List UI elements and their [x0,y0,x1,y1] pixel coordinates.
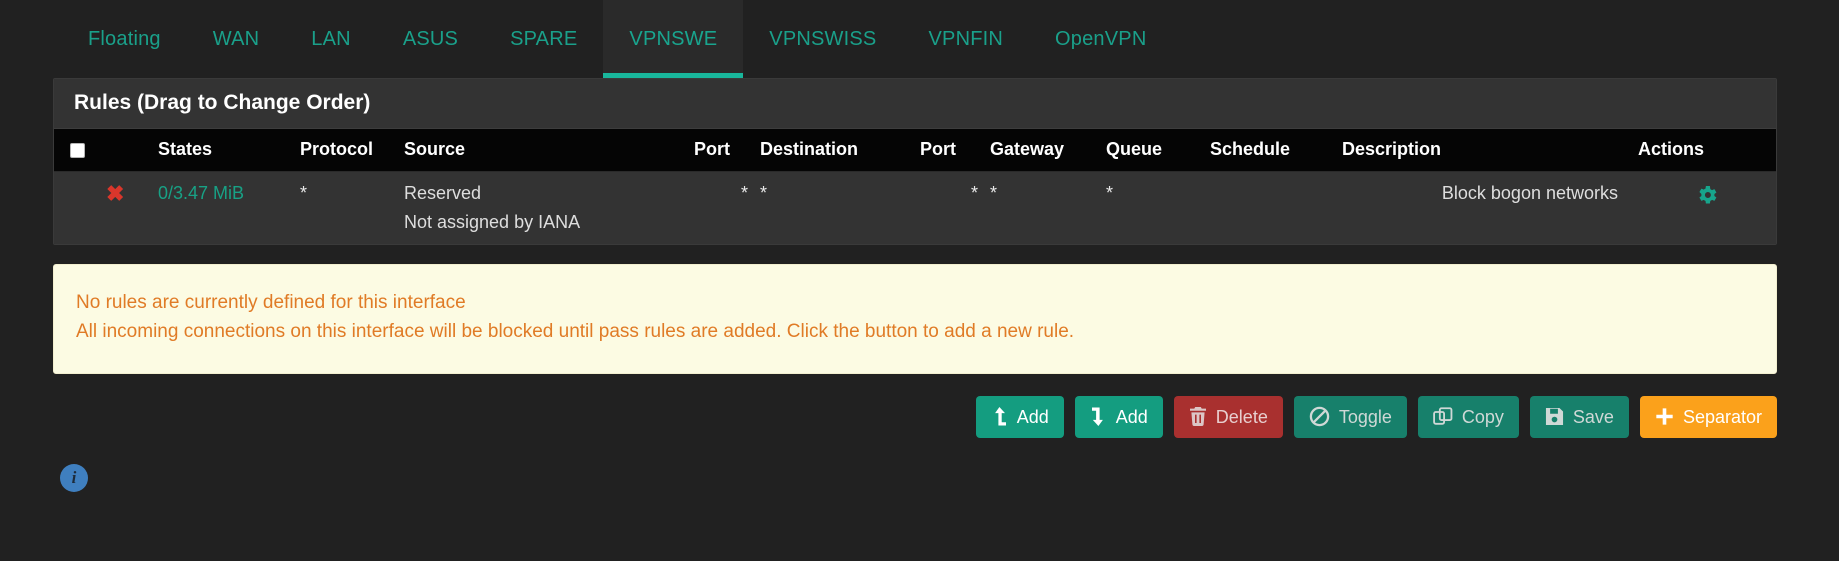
tab-label: SPARE [510,27,578,50]
tab-label: ASUS [402,27,459,50]
trash-icon [1189,407,1207,427]
add-rule-bottom-button[interactable]: Add [1074,395,1163,438]
rules-action-buttons: Add Add Delete Toggle Copy Save Separato… [0,374,1839,438]
rules-panel-heading: Rules (Drag to Change Order) [54,79,1776,129]
button-label: Copy [1461,406,1504,427]
tab-vpnswe[interactable]: VPNSWE [603,0,744,78]
row-source-port-cell: * [688,171,754,244]
row-gateway-cell: * [984,171,1100,244]
copy-button[interactable]: Copy [1417,395,1519,438]
button-label: Save [1572,406,1614,427]
select-all-header [54,129,100,172]
add-rule-top-button[interactable]: Add [975,395,1064,438]
tab-label: LAN [311,27,351,50]
row-description-cell: Block bogon networks [1336,171,1632,244]
column-header-states: States [152,129,294,172]
status-icon-header [100,129,152,172]
column-header-destination: Destination [754,129,914,172]
column-header-actions: Actions [1632,129,1776,172]
button-label: Add [1115,406,1148,427]
add-separator-button[interactable]: Separator [1639,395,1777,438]
tab-lan[interactable]: LAN [285,0,377,78]
column-header-schedule: Schedule [1204,129,1336,172]
button-label: Toggle [1338,406,1392,427]
arrow-up-icon [991,407,1008,426]
copy-icon [1433,407,1453,427]
row-source-cell: Reserved Not assigned by IANA [398,171,688,244]
save-button[interactable]: Save [1529,395,1629,438]
block-x-icon[interactable]: ✖ [106,183,124,205]
select-all-checkbox[interactable] [70,142,85,158]
button-label: Delete [1215,406,1268,427]
rules-panel-wrapper: Rules (Drag to Change Order) States Prot… [0,78,1839,245]
tab-wan[interactable]: WAN [187,0,286,78]
table-row[interactable]: ✖ 0/3.47 MiB * Reserved Not assigned by … [54,171,1776,244]
column-header-source-port: Port [688,129,754,172]
protocol-value: * [300,183,308,203]
tab-label: VPNSWISS [769,27,877,50]
delete-button[interactable]: Delete [1173,395,1283,438]
info-circle-icon[interactable]: i [60,463,88,492]
source-value-line2: Not assigned by IANA [404,212,581,232]
tab-label: Floating [88,27,161,50]
tab-spare[interactable]: SPARE [484,0,603,78]
firewall-rules-table: States Protocol Source Port Destination … [54,129,1776,244]
tab-vpnfin[interactable]: VPNFIN [902,0,1029,78]
destination-port-value: * [970,183,978,203]
row-destination-cell: * [754,171,914,244]
column-header-gateway: Gateway [984,129,1100,172]
ban-icon [1309,406,1330,427]
button-label: Separator [1682,406,1762,427]
row-schedule-cell [1204,171,1336,244]
plus-icon [1655,407,1674,426]
row-status-cell: ✖ [100,171,152,244]
arrow-down-icon [1090,407,1107,427]
table-header-row: States Protocol Source Port Destination … [54,129,1776,172]
toggle-button[interactable]: Toggle [1293,395,1407,438]
tab-label: VPNFIN [928,27,1004,50]
save-icon [1545,407,1564,426]
tab-floating[interactable]: Floating [62,0,187,78]
tab-openvpn[interactable]: OpenVPN [1029,0,1172,78]
gateway-value: * [990,183,998,203]
rules-panel: Rules (Drag to Change Order) States Prot… [53,78,1777,245]
column-header-destination-port: Port [914,129,984,172]
tab-asus[interactable]: ASUS [377,0,484,78]
column-header-queue: Queue [1100,129,1204,172]
destination-value: * [760,183,768,203]
states-value[interactable]: 0/3.47 MiB [158,183,244,203]
column-header-protocol: Protocol [294,129,398,172]
no-rules-alert: No rules are currently defined for this … [53,264,1777,374]
row-states-cell: 0/3.47 MiB [152,171,294,244]
tab-vpnswiss[interactable]: VPNSWISS [743,0,902,78]
gear-icon[interactable] [1695,183,1719,212]
queue-value: * [1106,183,1114,203]
button-label: Add [1016,406,1049,427]
rules-table-body: ✖ 0/3.47 MiB * Reserved Not assigned by … [54,171,1776,244]
tab-label: OpenVPN [1055,27,1147,50]
legend-info-bar: i [0,438,1839,492]
column-header-description: Description [1336,129,1632,172]
rules-table-header: States Protocol Source Port Destination … [54,129,1776,172]
row-select-cell[interactable] [54,171,100,244]
row-destination-port-cell: * [914,171,984,244]
source-value-line1: Reserved [404,183,482,203]
tab-label: VPNSWE [629,27,718,50]
row-actions-cell [1632,171,1776,244]
tab-label: WAN [212,27,260,50]
interface-tab-bar: Floating WAN LAN ASUS SPARE VPNSWE VPNSW… [0,0,1839,78]
alert-line-2: All incoming connections on this interfa… [76,320,1075,342]
column-header-source: Source [398,129,688,172]
source-port-value: * [740,183,748,203]
row-queue-cell: * [1100,171,1204,244]
alert-line-1: No rules are currently defined for this … [76,292,466,313]
row-protocol-cell: * [294,171,398,244]
